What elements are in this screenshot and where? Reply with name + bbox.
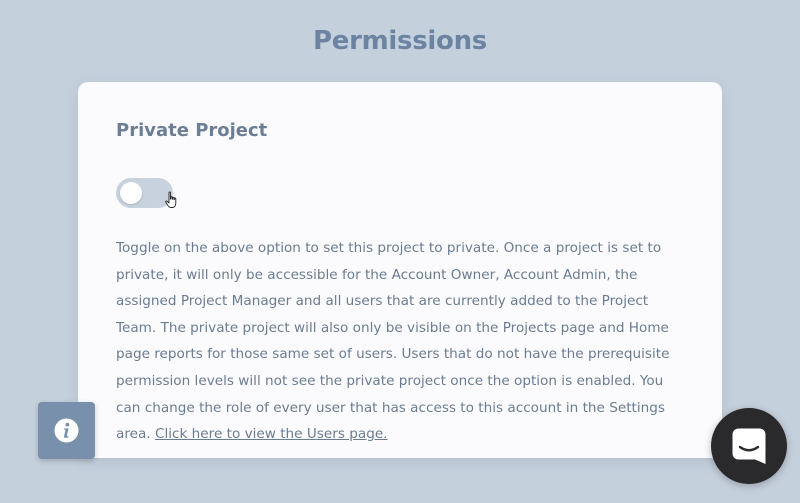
users-page-link[interactable]: Click here to view the Users page. [155,426,388,442]
chat-icon [732,428,766,464]
info-icon [54,418,79,443]
section-title: Private Project [116,120,268,141]
description-text: Toggle on the above option to set this p… [116,240,670,443]
toggle-knob [120,182,142,204]
private-project-description: Toggle on the above option to set this p… [116,235,682,448]
hand-pointer-icon [165,191,177,208]
info-button[interactable] [38,402,95,459]
chat-widget-button[interactable] [711,408,787,484]
page-title: Permissions [313,26,487,56]
permissions-card: Private Project Toggle on the above opti… [78,82,722,458]
